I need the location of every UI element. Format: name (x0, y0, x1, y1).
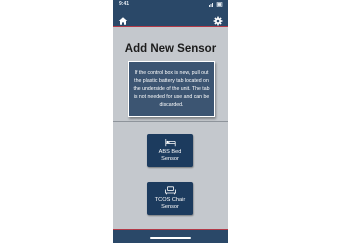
page-title: Add New Sensor (124, 43, 217, 55)
settings-button[interactable] (213, 13, 223, 26)
tcos-chair-sensor-label: TCOS Chair Sensor (154, 197, 186, 210)
bottom-bar (113, 229, 228, 243)
info-message: If the control box is new, pull out the … (128, 61, 215, 117)
home-icon (118, 17, 128, 25)
app-screen: 9:41 Add New Sensor If the control box i… (113, 0, 228, 243)
abs-bed-sensor-button[interactable]: ABS Bed Sensor (147, 134, 193, 167)
status-icons (209, 2, 223, 7)
status-bar: 9:41 (113, 0, 228, 10)
gear-icon (213, 16, 223, 26)
divider (113, 121, 228, 122)
home-button[interactable] (118, 13, 128, 25)
bed-icon (165, 139, 176, 147)
status-time: 9:41 (119, 1, 130, 7)
nav-bar (113, 10, 228, 27)
info-message-text: If the control box is new, pull out the … (133, 70, 210, 108)
abs-bed-sensor-label: ABS Bed Sensor (158, 149, 182, 162)
tcos-chair-sensor-button[interactable]: TCOS Chair Sensor (147, 182, 193, 215)
chair-icon (165, 186, 176, 195)
home-indicator[interactable] (150, 237, 191, 239)
